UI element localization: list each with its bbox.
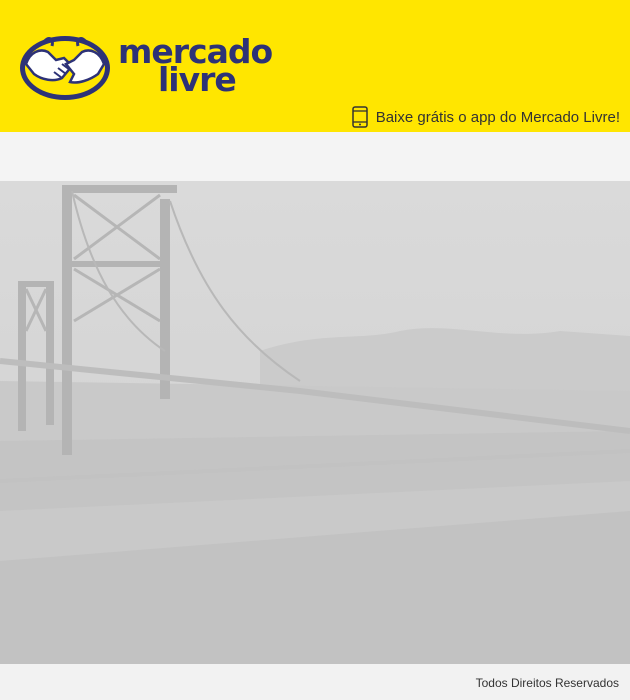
subnav-bar: [0, 132, 630, 181]
app-download-link[interactable]: Baixe grátis o app do Mercado Livre!: [351, 106, 620, 128]
footer: Todos Direitos Reservados: [0, 664, 630, 700]
app-promo-text: Baixe grátis o app do Mercado Livre!: [375, 108, 620, 126]
smartphone-icon: [351, 106, 368, 128]
header: mercado livre Baixe grátis o app do Merc…: [0, 0, 630, 132]
copyright-text: Todos Direitos Reservados: [475, 676, 619, 690]
page: mercado livre Baixe grátis o app do Merc…: [0, 0, 630, 700]
bridge-photo: [0, 181, 630, 664]
mercado-livre-logo[interactable]: mercado livre: [18, 34, 273, 102]
logo-wordmark: mercado livre: [118, 35, 273, 96]
hero-background-image: [0, 181, 630, 664]
handshake-icon: [20, 36, 110, 100]
